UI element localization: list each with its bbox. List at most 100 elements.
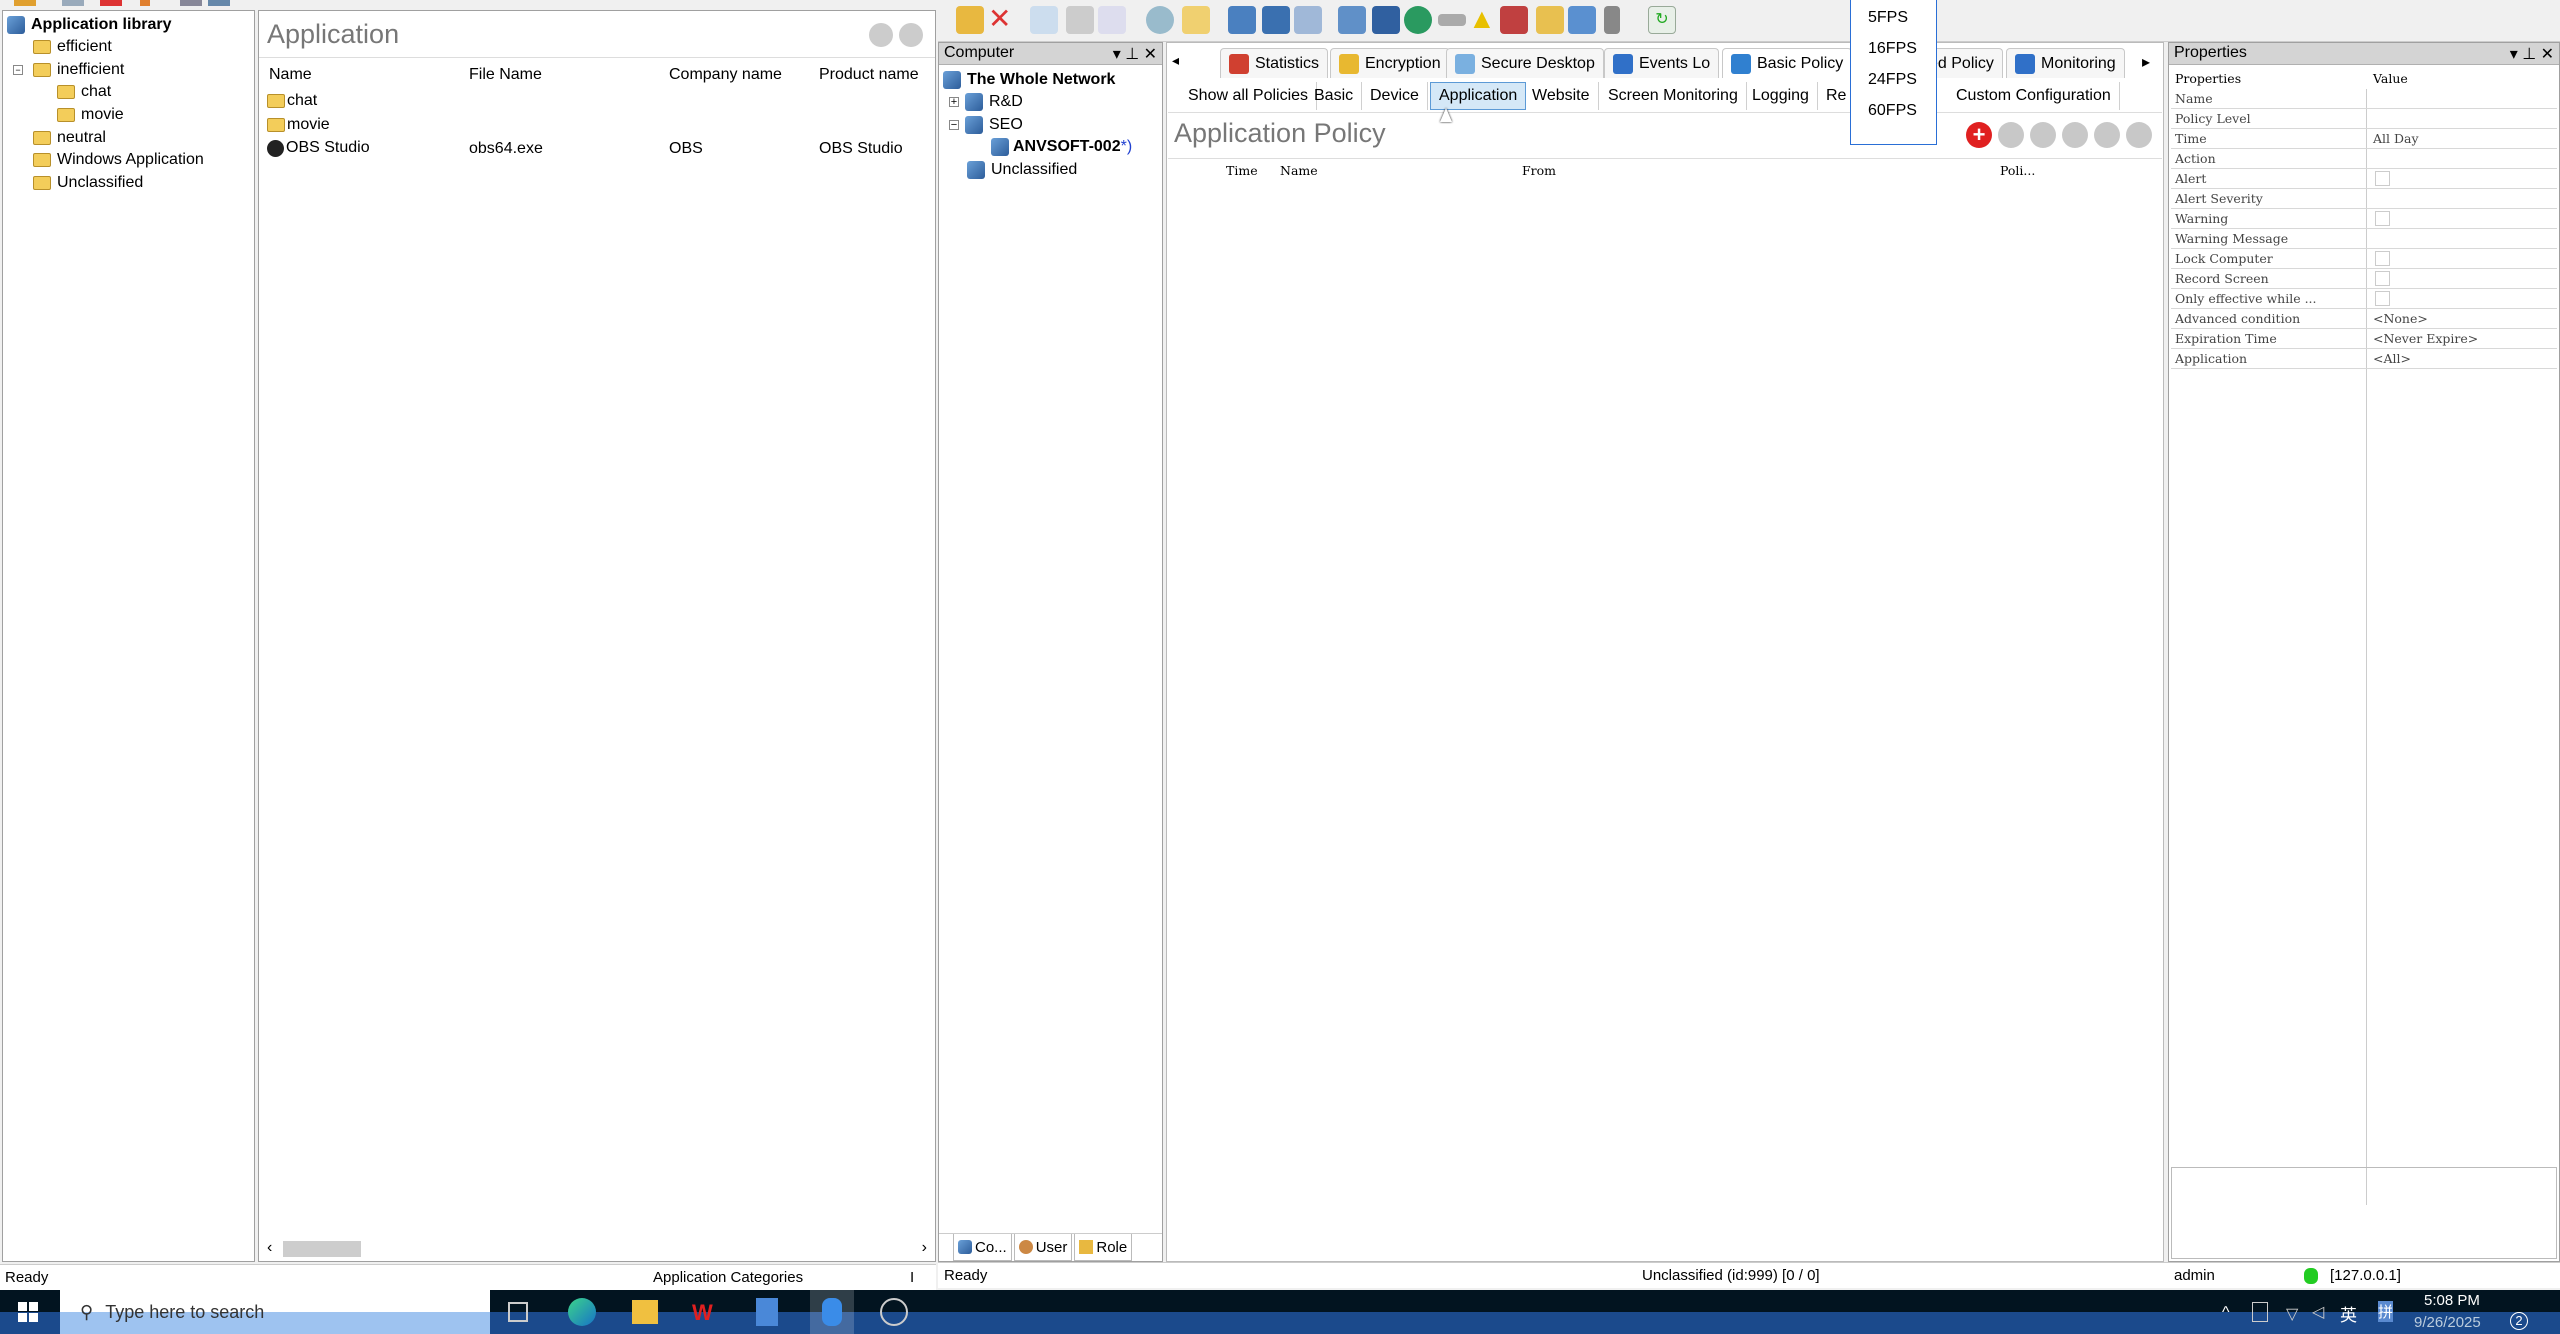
property-value[interactable]: <Never Expire> xyxy=(2373,331,2478,346)
notepad-icon[interactable] xyxy=(756,1298,778,1326)
property-value[interactable]: <None> xyxy=(2373,311,2428,326)
warning-icon[interactable]: ▲ xyxy=(1468,5,1496,34)
property-checkbox[interactable] xyxy=(2375,271,2390,286)
tree-item-windows-application[interactable]: Windows Application xyxy=(33,149,204,171)
property-checkbox[interactable] xyxy=(2375,251,2390,266)
property-row[interactable]: Warning Message xyxy=(2171,229,2557,249)
subtab-device[interactable]: Device xyxy=(1362,82,1428,110)
apply-button[interactable] xyxy=(2126,122,2152,148)
tree-item-chat[interactable]: chat xyxy=(57,81,111,103)
tree-root[interactable]: Application library xyxy=(7,14,171,36)
delete-icon[interactable]: ✕ xyxy=(988,5,1016,34)
tabs-scroll-right[interactable]: ▸ xyxy=(2142,52,2150,72)
fps-dropdown[interactable]: 5FPS 16FPS 24FPS 60FPS xyxy=(1850,0,1937,145)
panel-controls[interactable]: ▾ ⊥ ✕ xyxy=(1113,44,1157,63)
col-header-time[interactable]: Time xyxy=(1226,163,1258,178)
property-row[interactable]: Action xyxy=(2171,149,2557,169)
lock-icon[interactable] xyxy=(1536,6,1564,34)
property-row[interactable]: Policy Level xyxy=(2171,109,2557,129)
internet-icon[interactable] xyxy=(1404,6,1432,34)
property-row[interactable]: Alert Severity xyxy=(2171,189,2557,209)
tab-encryption[interactable]: Encryption xyxy=(1330,48,1450,78)
col-header-company[interactable]: Company name xyxy=(669,66,782,84)
tray-icon[interactable] xyxy=(2252,1302,2268,1322)
tab-events-log[interactable]: Events Lo xyxy=(1604,48,1720,78)
print-icon[interactable] xyxy=(1066,6,1094,34)
phone-icon[interactable] xyxy=(1604,6,1620,34)
ime-pinyin[interactable]: 拼 xyxy=(2378,1301,2394,1322)
tree-item-anvsoft[interactable]: ANVSOFT-002 *) xyxy=(991,136,1132,158)
tree-item-efficient[interactable]: efficient xyxy=(33,36,112,58)
panel-controls[interactable]: ▾ ⊥ ✕ xyxy=(2510,44,2554,63)
start-button[interactable] xyxy=(18,1302,38,1322)
add-folder-icon[interactable] xyxy=(956,6,984,34)
tree-item-unclassified[interactable]: Unclassified xyxy=(33,172,143,194)
expand-icon[interactable]: + xyxy=(949,97,959,108)
chart-icon[interactable] xyxy=(1500,6,1528,34)
property-row[interactable]: Application <All> xyxy=(2171,349,2557,369)
toolbar-icon[interactable] xyxy=(14,0,36,6)
tree-item-neutral[interactable]: neutral xyxy=(33,127,106,149)
app-icon-active[interactable] xyxy=(810,1290,854,1334)
tab-computer[interactable]: Co... xyxy=(953,1234,1012,1261)
document-icon[interactable] xyxy=(1294,6,1322,34)
subtab-custom-configuration[interactable]: Custom Configuration xyxy=(1948,82,2120,110)
property-value[interactable]: All Day xyxy=(2373,131,2419,146)
subtab-website[interactable]: Website xyxy=(1524,82,1599,110)
wps-icon[interactable]: W xyxy=(692,1300,718,1325)
col-header-name[interactable]: Name xyxy=(1280,163,1318,178)
edge-icon[interactable] xyxy=(568,1298,596,1326)
ime-mode[interactable]: 英 xyxy=(2340,1301,2357,1326)
property-row[interactable]: Time All Day xyxy=(2171,129,2557,149)
fps-option-60[interactable]: 60FPS xyxy=(1868,102,1917,120)
notification-badge[interactable]: 2 xyxy=(2510,1312,2528,1330)
delete-policy-button[interactable] xyxy=(2062,122,2088,148)
fps-option-24[interactable]: 24FPS xyxy=(1868,71,1917,89)
scroll-thumb[interactable] xyxy=(283,1241,361,1257)
move-down-button[interactable] xyxy=(2030,122,2056,148)
subtab-screen-monitoring[interactable]: Screen Monitoring xyxy=(1600,82,1747,110)
col-header-product[interactable]: Product name xyxy=(819,66,919,84)
col-header-from[interactable]: From xyxy=(1522,163,1556,178)
tree-item-rd[interactable]: + R&D xyxy=(949,91,1023,113)
tab-monitoring[interactable]: Monitoring xyxy=(2006,48,2125,78)
horizontal-scrollbar[interactable]: ‹ › xyxy=(259,1237,935,1261)
subtab-application[interactable]: Application xyxy=(1430,82,1527,110)
volume-icon[interactable]: ◁ xyxy=(2312,1302,2324,1322)
property-row[interactable]: Expiration Time <Never Expire> xyxy=(2171,329,2557,349)
property-checkbox[interactable] xyxy=(2375,291,2390,306)
scroll-right-icon[interactable]: › xyxy=(922,1239,927,1257)
fps-option-16[interactable]: 16FPS xyxy=(1868,40,1917,58)
list-item[interactable]: movie xyxy=(267,114,330,136)
toolbar-icon[interactable] xyxy=(62,0,84,6)
computer-icon[interactable] xyxy=(1338,6,1366,34)
tree-item-whole-network[interactable]: The Whole Network xyxy=(943,69,1115,91)
file-explorer-icon[interactable] xyxy=(632,1300,658,1324)
copy-icon[interactable] xyxy=(1228,6,1256,34)
property-row[interactable]: Name xyxy=(2171,89,2557,109)
obs-taskbar-icon[interactable] xyxy=(880,1298,908,1326)
search-box[interactable]: ⚲ Type here to search xyxy=(60,1290,490,1334)
tab-basic-policy[interactable]: Basic Policy xyxy=(1722,48,1853,78)
col-header-file[interactable]: File Name xyxy=(469,66,542,84)
property-row[interactable]: Alert xyxy=(2171,169,2557,189)
tab-role[interactable]: Role xyxy=(1074,1234,1133,1261)
drive-icon[interactable] xyxy=(1438,14,1466,26)
collapse-icon[interactable]: − xyxy=(949,120,959,131)
fps-option-5[interactable]: 5FPS xyxy=(1868,9,1908,27)
toolbar-icon[interactable] xyxy=(208,0,230,6)
tab-user[interactable]: User xyxy=(1013,1234,1073,1261)
subtab-show-all[interactable]: Show all Policies xyxy=(1180,82,1318,110)
property-row[interactable]: Advanced condition <None> xyxy=(2171,309,2557,329)
tree-item-seo[interactable]: − SEO xyxy=(949,114,1023,136)
toolbar-icon[interactable] xyxy=(100,0,122,6)
list-item[interactable]: OBS Studio xyxy=(267,137,370,159)
tree-item-unclassified[interactable]: Unclassified xyxy=(967,159,1077,181)
clock-time[interactable]: 5:08 PM xyxy=(2424,1292,2480,1309)
property-row[interactable]: Record Screen xyxy=(2171,269,2557,289)
subtab-logging[interactable]: Logging xyxy=(1744,82,1818,110)
edit-icon[interactable] xyxy=(1568,6,1596,34)
tab-statistics[interactable]: Statistics xyxy=(1220,48,1329,78)
import-icon[interactable] xyxy=(1030,6,1058,34)
property-row[interactable]: Warning xyxy=(2171,209,2557,229)
